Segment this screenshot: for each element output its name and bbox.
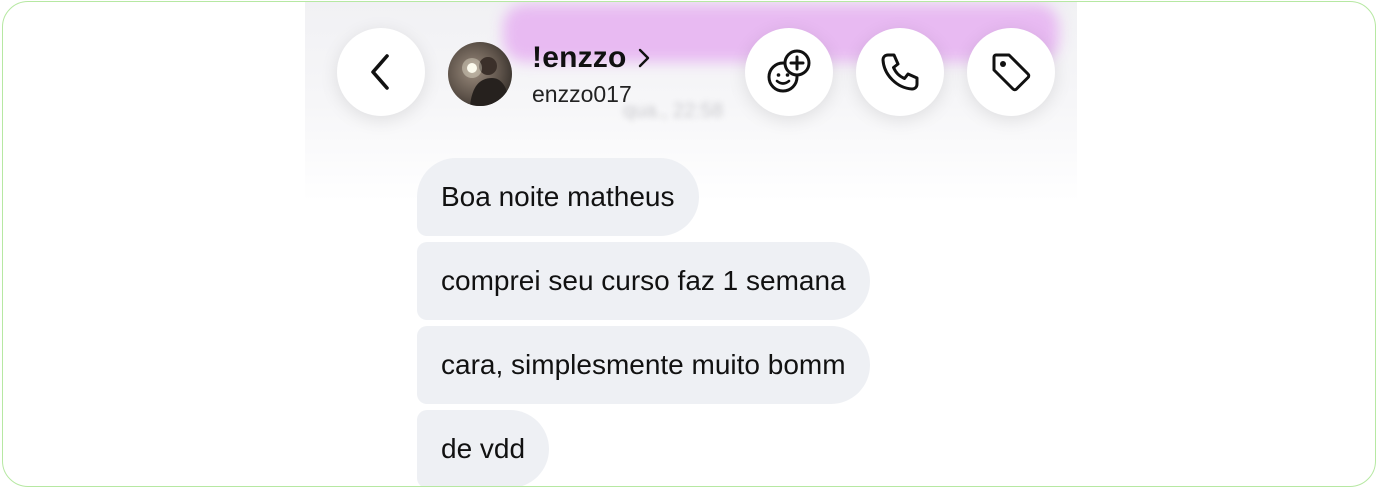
window-frame: qua., 22:58 !enzzo enzzo017 Boa noite ma… xyxy=(2,1,1376,487)
tag-button[interactable] xyxy=(967,28,1055,116)
message-bubble[interactable]: de vdd xyxy=(417,410,550,486)
chevron-right-icon xyxy=(637,47,651,69)
back-button[interactable] xyxy=(337,28,425,116)
chat-screen: qua., 22:58 !enzzo enzzo017 Boa noite ma… xyxy=(305,2,1077,486)
effects-button[interactable] xyxy=(745,28,833,116)
contact-header[interactable]: !enzzo enzzo017 xyxy=(448,40,651,108)
message-list: Boa noite matheus comprei seu curso faz … xyxy=(417,158,870,486)
message-bubble[interactable]: cara, simplesmente muito bomm xyxy=(417,326,870,404)
call-button[interactable] xyxy=(856,28,944,116)
avatar[interactable] xyxy=(448,42,512,106)
chevron-left-icon xyxy=(371,54,389,90)
effects-add-icon xyxy=(767,49,811,93)
contact-name[interactable]: !enzzo xyxy=(532,41,627,75)
message-bubble[interactable]: comprei seu curso faz 1 semana xyxy=(417,242,870,320)
phone-icon xyxy=(881,53,919,91)
contact-handle: enzzo017 xyxy=(532,80,632,107)
tag-icon xyxy=(992,53,1031,92)
message-bubble[interactable]: Boa noite matheus xyxy=(417,158,699,236)
